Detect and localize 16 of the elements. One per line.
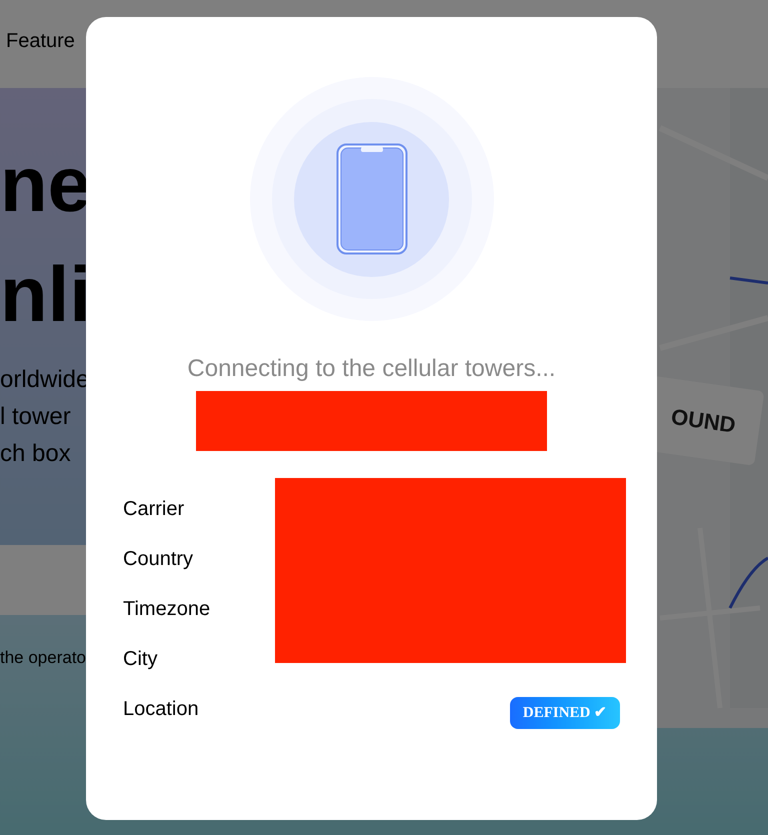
status-text: Connecting to the cellular towers...: [187, 354, 556, 384]
stamp-text: OUND: [669, 402, 738, 440]
hero-heading: ne: [0, 145, 92, 223]
hero-text: orldwide: [0, 368, 90, 392]
field-label: Country: [123, 547, 194, 572]
hero-text: ch box: [0, 442, 71, 466]
phone-icon: [336, 143, 408, 255]
hero-text: l tower: [0, 405, 71, 429]
field-label: Carrier: [123, 497, 184, 522]
field-label: Location: [123, 697, 199, 722]
caption-text: the operato: [0, 647, 86, 669]
field-label: Timezone: [123, 597, 210, 622]
nav-link[interactable]: Feature: [6, 26, 75, 56]
hero-heading: nli: [0, 255, 91, 333]
status-badge: DEFINED ✔: [510, 697, 620, 729]
field-label: City: [123, 647, 158, 672]
